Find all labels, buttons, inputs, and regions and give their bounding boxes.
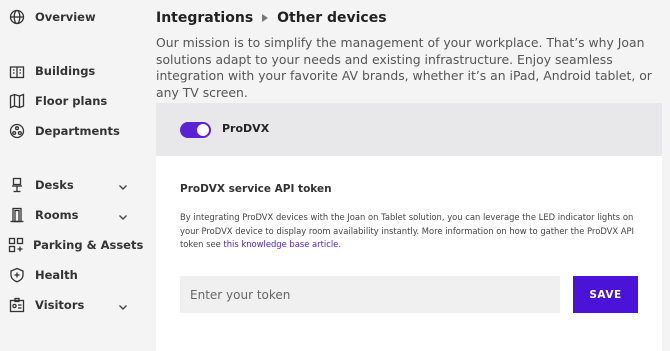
description-end: . bbox=[338, 239, 341, 250]
sidebar-item-label: Desks bbox=[35, 178, 74, 192]
globe-icon bbox=[8, 8, 26, 26]
integration-name: ProDVX bbox=[222, 122, 270, 135]
sidebar-item-overview[interactable]: Overview bbox=[8, 6, 133, 28]
sidebar-item-parking-assets[interactable]: Parking & Assets bbox=[8, 234, 143, 256]
toggle-knob bbox=[197, 124, 209, 136]
breadcrumb: Integrations Other devices bbox=[156, 8, 387, 28]
breadcrumb-current: Other devices bbox=[277, 10, 387, 26]
sidebar-item-label: Parking & Assets bbox=[33, 238, 144, 252]
main-content: Integrations Other devices Our mission i… bbox=[156, 0, 670, 351]
health-shield-icon bbox=[8, 266, 26, 284]
visitor-badge-icon bbox=[8, 296, 26, 314]
knowledge-base-link[interactable]: this knowledge base article bbox=[223, 239, 338, 249]
sidebar-item-label: Rooms bbox=[35, 208, 79, 222]
sidebar-item-floor-plans[interactable]: Floor plans bbox=[8, 90, 133, 112]
sidebar: Overview Buildings Floor plans Departmen… bbox=[0, 0, 143, 351]
desk-chair-icon bbox=[8, 176, 26, 194]
door-icon bbox=[8, 206, 26, 224]
buildings-icon bbox=[8, 62, 26, 80]
sidebar-item-label: Departments bbox=[35, 124, 120, 138]
sidebar-item-buildings[interactable]: Buildings bbox=[8, 60, 133, 82]
api-token-panel: ProDVX service API token By integrating … bbox=[156, 156, 662, 351]
breadcrumb-integrations[interactable]: Integrations bbox=[156, 10, 253, 26]
panel-title: ProDVX service API token bbox=[180, 183, 332, 195]
token-input[interactable] bbox=[180, 276, 560, 313]
sidebar-item-label: Visitors bbox=[35, 298, 85, 312]
chevron-right-icon bbox=[262, 14, 269, 22]
map-icon bbox=[8, 92, 26, 110]
sidebar-item-label: Overview bbox=[35, 10, 96, 24]
departments-icon bbox=[8, 122, 26, 140]
sidebar-item-departments[interactable]: Departments bbox=[8, 120, 133, 142]
sidebar-item-label: Floor plans bbox=[35, 94, 108, 108]
prodvx-toggle[interactable] bbox=[180, 122, 211, 138]
save-button[interactable]: SAVE bbox=[573, 276, 638, 313]
chevron-down-icon[interactable] bbox=[117, 178, 129, 190]
intro-text: Our mission is to simplify the managemen… bbox=[156, 35, 652, 100]
sidebar-item-visitors[interactable]: Visitors bbox=[8, 294, 133, 316]
sidebar-item-label: Buildings bbox=[35, 64, 96, 78]
sidebar-item-rooms[interactable]: Rooms bbox=[8, 204, 133, 226]
integration-header: ProDVX bbox=[156, 103, 662, 156]
sidebar-item-health[interactable]: Health bbox=[8, 264, 133, 286]
sidebar-item-label: Health bbox=[35, 268, 78, 282]
panel-description: By integrating ProDVX devices with the J… bbox=[180, 211, 650, 252]
chevron-down-icon[interactable] bbox=[117, 208, 129, 220]
chevron-down-icon[interactable] bbox=[117, 298, 129, 310]
assets-grid-icon bbox=[8, 236, 24, 254]
sidebar-item-desks[interactable]: Desks bbox=[8, 174, 133, 196]
